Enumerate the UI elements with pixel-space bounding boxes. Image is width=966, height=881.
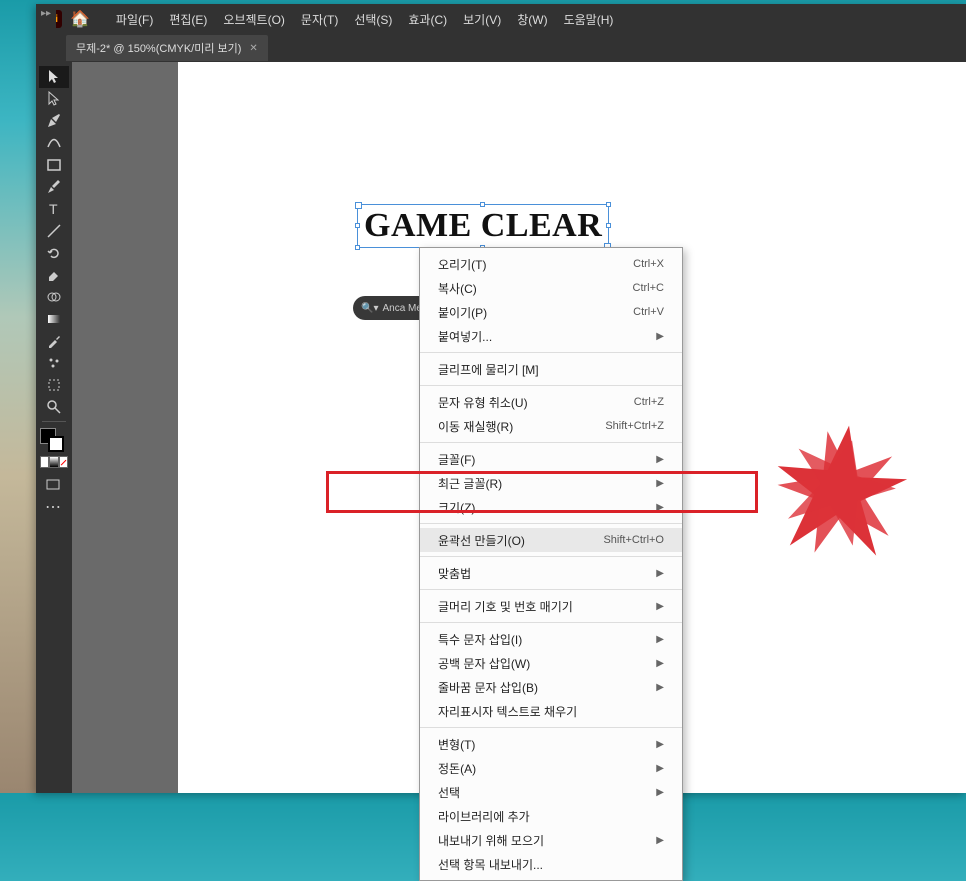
menu-window[interactable]: 창(W) xyxy=(511,7,553,32)
ctx-recent-fonts[interactable]: 최근 글꼴(R)▶ xyxy=(420,471,682,495)
rectangle-tool[interactable] xyxy=(39,154,69,176)
ctx-paste-special[interactable]: 붙여넣기...▶ xyxy=(420,324,682,348)
menu-view[interactable]: 보기(V) xyxy=(457,7,507,32)
ctx-bullets[interactable]: 글머리 기호 및 번호 매기기▶ xyxy=(420,594,682,618)
ctx-size[interactable]: 크기(Z)▶ xyxy=(420,495,682,519)
menu-edit[interactable]: 편집(E) xyxy=(163,7,213,32)
close-icon[interactable]: ✕ xyxy=(249,43,257,54)
selection-tool[interactable] xyxy=(39,66,69,88)
ctx-export-selection[interactable]: 선택 항목 내보내기... xyxy=(420,852,682,876)
menu-select[interactable]: 선택(S) xyxy=(348,7,398,32)
rotate-tool[interactable] xyxy=(39,242,69,264)
ctx-arrange[interactable]: 정돈(A)▶ xyxy=(420,756,682,780)
menu-bar: 파일(F) 편집(E) 오브젝트(O) 문자(T) 선택(S) 효과(C) 보기… xyxy=(110,7,619,32)
symbol-sprayer-tool[interactable] xyxy=(39,352,69,374)
svg-text:T: T xyxy=(49,201,58,217)
ctx-copy[interactable]: 복사(C)Ctrl+C xyxy=(420,276,682,300)
menu-object[interactable]: 오브젝트(O) xyxy=(217,7,291,32)
home-icon[interactable]: 🏠 xyxy=(70,9,90,29)
ctx-insert-whitespace[interactable]: 공백 문자 삽입(W)▶ xyxy=(420,651,682,675)
annotation-star-mark xyxy=(770,420,910,560)
pasteboard xyxy=(72,62,178,793)
gradient-tool[interactable] xyxy=(39,308,69,330)
selected-text-object[interactable]: GAME CLEAR xyxy=(357,204,609,248)
menu-help[interactable]: 도움말(H) xyxy=(558,7,620,32)
stroke-swatch[interactable] xyxy=(48,436,64,452)
paintbrush-tool[interactable] xyxy=(39,176,69,198)
ctx-cut[interactable]: 오리기(T)Ctrl+X xyxy=(420,252,682,276)
eraser-tool[interactable] xyxy=(39,264,69,286)
tools-panel: T xyxy=(36,62,72,429)
ctx-fill-placeholder[interactable]: 자리표시자 텍스트로 채우기 xyxy=(420,699,682,723)
zoom-tool[interactable] xyxy=(39,396,69,418)
ctx-font[interactable]: 글꼴(F)▶ xyxy=(420,447,682,471)
document-tab[interactable]: 무제-2* @ 150%(CMYK/미리 보기) ✕ xyxy=(66,35,268,61)
menu-effect[interactable]: 효과(C) xyxy=(402,7,453,32)
search-icon: 🔍▾ xyxy=(361,303,378,314)
ctx-undo-type[interactable]: 문자 유형 취소(U)Ctrl+Z xyxy=(420,390,682,414)
ctx-snap-glyph[interactable]: 글리프에 물리기 [M] xyxy=(420,357,682,381)
ctx-insert-special[interactable]: 특수 문자 삽입(I)▶ xyxy=(420,627,682,651)
type-tool[interactable]: T xyxy=(39,198,69,220)
line-tool[interactable] xyxy=(39,220,69,242)
screen-mode-tool[interactable] xyxy=(38,474,68,496)
artboard-tool[interactable] xyxy=(39,374,69,396)
pen-tool[interactable] xyxy=(39,110,69,132)
ctx-create-outlines[interactable]: 윤곽선 만들기(O)Shift+Ctrl+O xyxy=(420,528,682,552)
direct-selection-tool[interactable] xyxy=(39,88,69,110)
ctx-select[interactable]: 선택▶ xyxy=(420,780,682,804)
ctx-redo[interactable]: 이동 재실행(R)Shift+Ctrl+Z xyxy=(420,414,682,438)
text-content: GAME CLEAR xyxy=(364,207,602,244)
tab-title: 무제-2* @ 150%(CMYK/미리 보기) xyxy=(76,40,241,56)
ctx-transform[interactable]: 변형(T)▶ xyxy=(420,732,682,756)
ctx-insert-break[interactable]: 줄바꿈 문자 삽입(B)▶ xyxy=(420,675,682,699)
ctx-collect-export[interactable]: 내보내기 위해 모으기▶ xyxy=(420,828,682,852)
menu-text[interactable]: 문자(T) xyxy=(295,7,344,32)
title-bar: Ai 🏠 파일(F) 편집(E) 오브젝트(O) 문자(T) 선택(S) 효과(… xyxy=(36,4,966,34)
ctx-add-library[interactable]: 라이브러리에 추가 xyxy=(420,804,682,828)
shape-builder-tool[interactable] xyxy=(39,286,69,308)
curvature-tool[interactable] xyxy=(39,132,69,154)
tab-bar: 무제-2* @ 150%(CMYK/미리 보기) ✕ xyxy=(36,34,966,62)
edit-toolbar[interactable]: ⋯ xyxy=(38,496,68,518)
eyedropper-tool[interactable] xyxy=(39,330,69,352)
color-mode-swatches[interactable] xyxy=(40,456,68,468)
menu-file[interactable]: 파일(F) xyxy=(110,7,159,32)
ctx-paste[interactable]: 붙이기(P)Ctrl+V xyxy=(420,300,682,324)
context-menu: 오리기(T)Ctrl+X 복사(C)Ctrl+C 붙이기(P)Ctrl+V 붙여… xyxy=(419,247,683,881)
ctx-spelling[interactable]: 맞춤법▶ xyxy=(420,561,682,585)
